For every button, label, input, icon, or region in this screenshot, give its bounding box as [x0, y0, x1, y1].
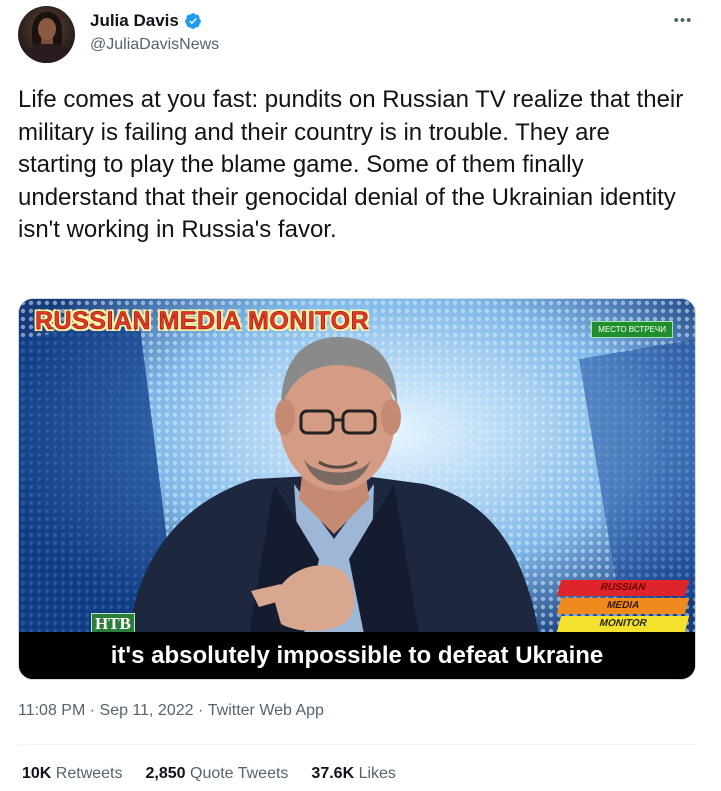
likes-count: 37.6K	[311, 765, 355, 782]
verified-badge-icon	[184, 13, 201, 29]
tweet-text: Life comes at you fast: pundits on Russi…	[18, 86, 684, 243]
subtitle-bar: it's absolutely impossible to defeat Ukr…	[19, 632, 695, 679]
meta-separator: ·	[193, 702, 208, 719]
channel-bug: МЕСТО ВСТРЕЧИ	[591, 321, 673, 338]
quote-tweets-stat[interactable]: 2,850 Quote Tweets	[146, 765, 289, 783]
author-name-row[interactable]: Julia Davis	[90, 11, 202, 31]
tweet-stats: 10K Retweets 2,850 Quote Tweets 37.6K Li…	[22, 765, 419, 783]
rmm-badge: RUSSIAN MEDIA MONITOR	[556, 580, 690, 634]
meta-separator: ·	[85, 702, 100, 719]
retweets-stat[interactable]: 10K Retweets	[22, 765, 123, 783]
quote-tweets-count: 2,850	[145, 765, 186, 782]
avatar-face	[38, 18, 56, 40]
likes-label: Likes	[354, 765, 396, 782]
author-display-name[interactable]: Julia Davis	[90, 11, 179, 31]
divider	[18, 744, 696, 745]
author-handle[interactable]: @JuliaDavisNews	[90, 36, 219, 54]
rmm-badge-line-3: MONITOR	[556, 616, 690, 632]
likes-stat[interactable]: 37.6K Likes	[311, 765, 396, 783]
rmm-badge-line-2: MEDIA	[556, 598, 690, 614]
tweet-source-link[interactable]: Twitter Web App	[208, 702, 324, 720]
subtitle-text: it's absolutely impossible to defeat Ukr…	[110, 641, 604, 669]
rmm-badge-line-1: RUSSIAN	[556, 580, 690, 596]
retweets-label: Retweets	[51, 765, 123, 782]
avatar-body	[26, 44, 68, 63]
quote-tweets-label: Quote Tweets	[185, 765, 289, 782]
retweets-count: 10K	[22, 765, 52, 782]
avatar[interactable]	[18, 6, 75, 63]
tweet-media-video[interactable]: RUSSIAN MEDIA MONITOR МЕСТО ВСТРЕЧИ НТВ …	[18, 298, 696, 680]
more-options-icon[interactable]: •••	[673, 10, 693, 30]
tweet-time-link[interactable]: 11:08 PM	[18, 702, 85, 720]
tweet-date-link[interactable]: Sep 11, 2022	[100, 702, 194, 720]
watermark-title: RUSSIAN MEDIA MONITOR	[35, 307, 370, 336]
tweet-timestamp: 11:08 PM · Sep 11, 2022 · Twitter Web Ap…	[18, 702, 324, 720]
